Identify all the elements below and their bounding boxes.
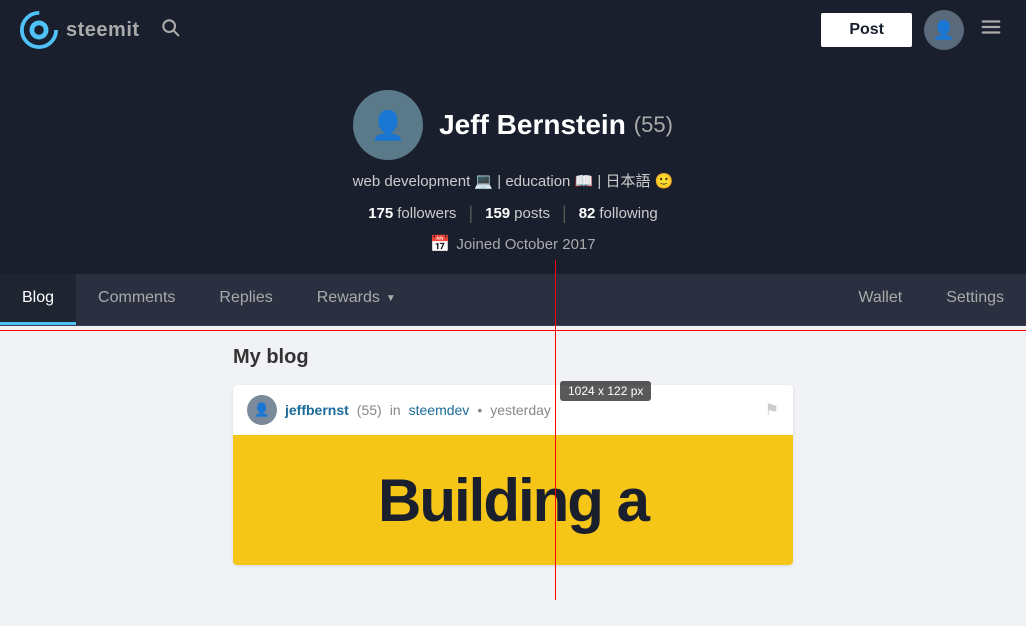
profile-joined: 📅 Joined October 2017 bbox=[430, 234, 595, 254]
search-button[interactable] bbox=[156, 13, 184, 47]
profile-bio: web development 💻 | education 📖 | 日本語 🙂 bbox=[353, 170, 674, 191]
post-time: yesterday bbox=[490, 402, 551, 418]
author-name[interactable]: jeffbernst bbox=[285, 402, 349, 418]
tab-right-group: Wallet Settings bbox=[836, 289, 1026, 310]
profile-avatar: 👤 bbox=[353, 90, 423, 160]
author-rep: (55) bbox=[357, 402, 382, 418]
steemit-logo-icon bbox=[20, 11, 58, 49]
profile-name: Jeff Bernstein bbox=[439, 109, 626, 141]
hamburger-menu-button[interactable] bbox=[976, 12, 1006, 48]
blog-image: Building a bbox=[233, 435, 793, 565]
size-indicator: 1024 x 122 px bbox=[560, 381, 651, 401]
tab-wallet[interactable]: Wallet bbox=[836, 289, 924, 310]
stat-divider-2: | bbox=[562, 203, 567, 224]
following-stat: 82 following bbox=[579, 205, 658, 222]
profile-top: 👤 Jeff Bernstein (55) bbox=[353, 90, 673, 160]
measurement-line-vertical bbox=[555, 260, 556, 600]
post-dot: • bbox=[477, 402, 482, 418]
profile-stats: 175 followers | 159 posts | 82 following bbox=[368, 203, 658, 224]
blog-card-author: 👤 jeffbernst (55) in steemdev • yesterda… bbox=[247, 395, 551, 425]
user-avatar[interactable]: 👤 bbox=[924, 10, 964, 50]
posts-stat: 159 posts bbox=[485, 205, 550, 222]
author-community[interactable]: steemdev bbox=[409, 402, 470, 418]
nav-left: steemit bbox=[20, 11, 184, 49]
tabs-bar: Blog Comments Replies Rewards ▼ Wallet S… bbox=[0, 274, 1026, 326]
measurement-line-horizontal bbox=[0, 330, 1026, 331]
author-avatar-small: 👤 bbox=[247, 395, 277, 425]
logo-area: steemit bbox=[20, 11, 140, 49]
flag-icon[interactable]: ⚑ bbox=[765, 400, 779, 420]
tab-blog[interactable]: Blog bbox=[0, 274, 76, 325]
author-in-label: in bbox=[390, 402, 401, 418]
following-label: following bbox=[599, 205, 657, 222]
posts-count: 159 bbox=[485, 205, 510, 222]
profile-reputation: (55) bbox=[634, 112, 673, 138]
followers-label: followers bbox=[397, 205, 456, 222]
profile-name-area: Jeff Bernstein (55) bbox=[439, 109, 673, 141]
tab-rewards[interactable]: Rewards ▼ bbox=[295, 274, 418, 325]
profile-section: 👤 Jeff Bernstein (55) web development 💻 … bbox=[0, 60, 1026, 274]
joined-date: Joined October 2017 bbox=[456, 236, 595, 253]
tab-replies[interactable]: Replies bbox=[197, 274, 294, 325]
following-count: 82 bbox=[579, 205, 596, 222]
posts-label: posts bbox=[514, 205, 550, 222]
rewards-dropdown-arrow: ▼ bbox=[386, 293, 396, 304]
content-inner: My blog 👤 jeffbernst (55) in steemdev • … bbox=[213, 326, 813, 585]
nav-right: Post 👤 bbox=[821, 10, 1006, 50]
blog-card-header: 👤 jeffbernst (55) in steemdev • yesterda… bbox=[233, 385, 793, 435]
blog-image-text: Building a bbox=[378, 466, 648, 535]
post-button[interactable]: Post bbox=[821, 13, 912, 47]
logo-text: steemit bbox=[66, 19, 140, 42]
main-content: My blog 👤 jeffbernst (55) in steemdev • … bbox=[0, 326, 1026, 626]
tab-settings[interactable]: Settings bbox=[924, 289, 1026, 310]
my-blog-title: My blog bbox=[233, 346, 793, 369]
tab-comments[interactable]: Comments bbox=[76, 274, 197, 325]
top-navigation: steemit Post 👤 bbox=[0, 0, 1026, 60]
followers-stat: 175 followers bbox=[368, 205, 456, 222]
calendar-icon: 📅 bbox=[430, 234, 450, 254]
blog-card: 👤 jeffbernst (55) in steemdev • yesterda… bbox=[233, 385, 793, 565]
stat-divider-1: | bbox=[468, 203, 473, 224]
followers-count: 175 bbox=[368, 205, 393, 222]
